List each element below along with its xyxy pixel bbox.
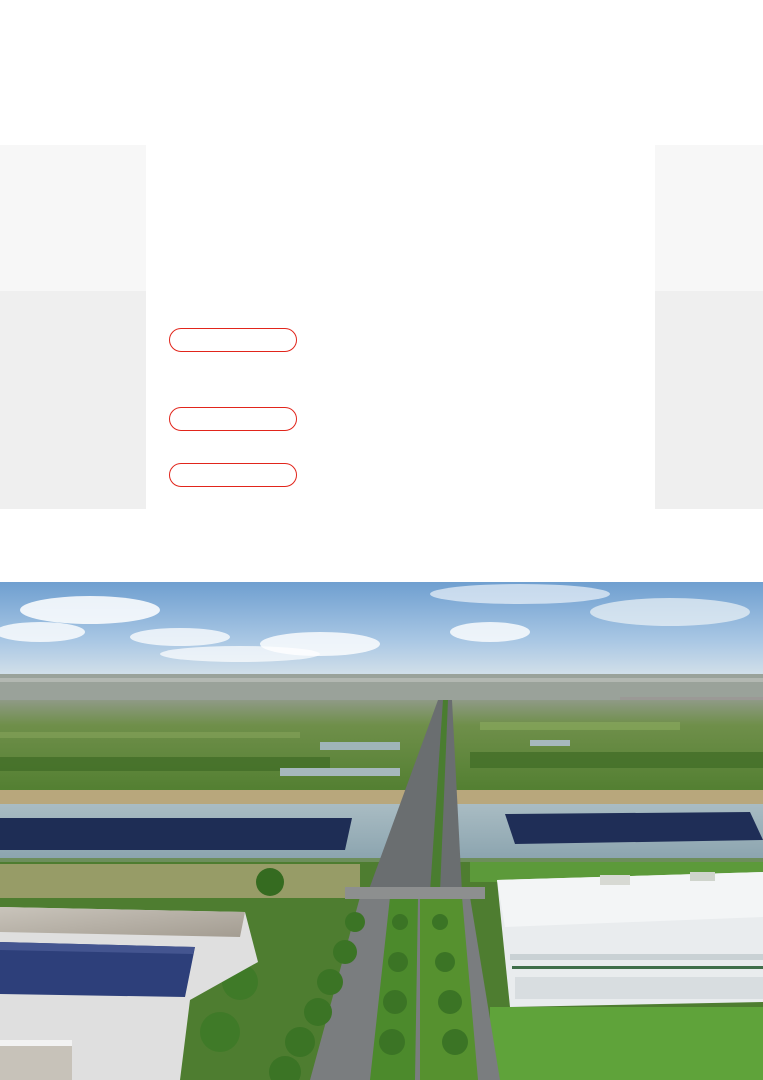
aerial-photo [0,582,763,1080]
nav-button-1[interactable] [169,328,297,352]
left-lower-panel [0,291,146,509]
fields [0,700,763,800]
page [0,0,763,1080]
content-card [146,145,655,509]
levee [0,790,763,806]
factory-right [497,872,763,1007]
nav-button-3[interactable] [169,463,297,487]
sky [0,582,763,680]
left-upper-panel [0,145,146,291]
right-lower-panel [655,291,763,509]
nav-button-2[interactable] [169,407,297,431]
right-upper-panel [655,145,763,291]
